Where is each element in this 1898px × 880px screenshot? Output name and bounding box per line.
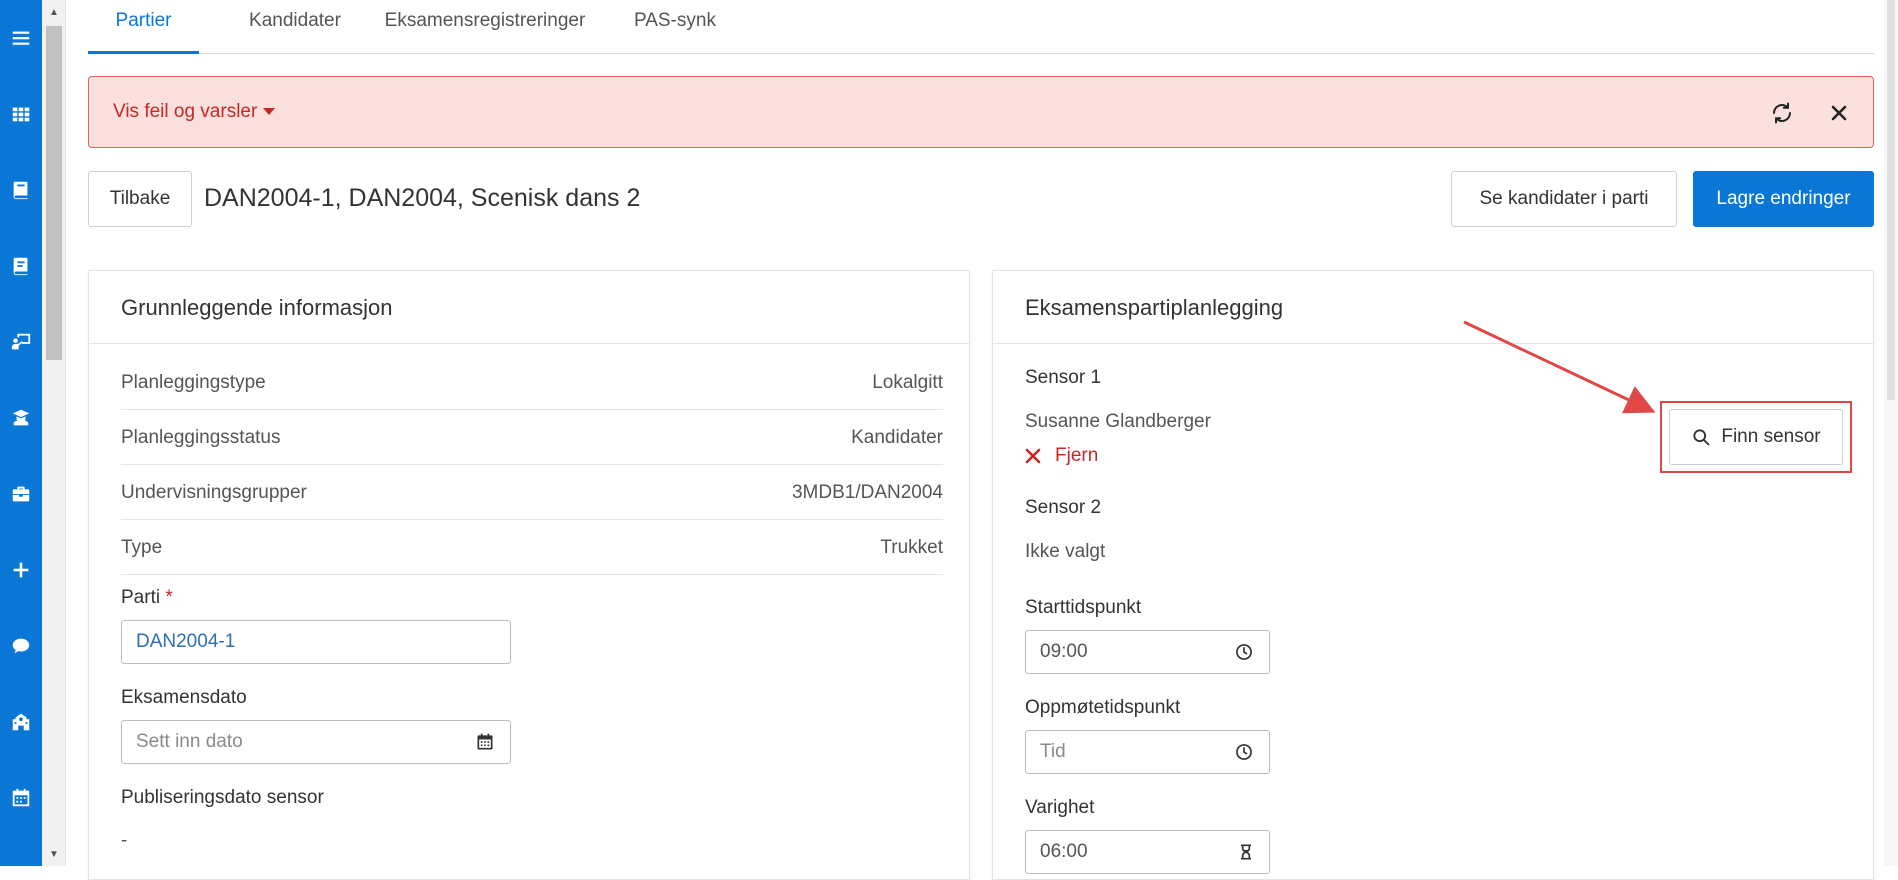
find-sensor-button[interactable]: Finn sensor [1669,409,1843,465]
calendar-picker-button[interactable] [459,720,511,764]
info-row: Planleggingstype Lokalgitt [121,355,943,410]
duration-input[interactable]: 06:00 [1025,830,1224,874]
tab-partier[interactable]: Partier [88,8,199,54]
info-key: Planleggingstype [121,372,266,393]
see-candidates-button[interactable]: Se kandidater i parti [1451,171,1677,227]
clock-icon [1235,744,1252,760]
scrollbar-thumb[interactable] [46,26,62,360]
exam-planning-card: Eksamenspartiplanlegging Sensor 1 Susann… [992,270,1874,880]
graduate-icon[interactable] [0,398,42,438]
card-header: Eksamenspartiplanlegging [993,271,1873,344]
menu-icon[interactable] [0,18,42,58]
briefcase-icon[interactable] [0,474,42,514]
card-title: Grunnleggende informasjon [121,295,393,320]
clock-icon [1235,644,1252,660]
parti-label: Parti * [121,587,173,608]
scroll-down-icon[interactable]: ▼ [42,844,66,864]
meet-time-input[interactable]: Tid [1025,730,1219,774]
error-alert: Vis feil og varsler [88,76,1874,148]
book-icon[interactable] [0,170,42,210]
info-value: 3MDB1/DAN2004 [791,482,943,503]
school-building-icon[interactable] [0,702,42,742]
close-icon[interactable] [1825,99,1853,127]
save-changes-button[interactable]: Lagre endringer [1693,171,1874,227]
left-scrollbar[interactable]: ▲ ▼ [42,0,66,866]
sensor1-name: Susanne Glandberger [1025,411,1211,432]
duration-picker[interactable] [1223,830,1270,874]
info-value: Lokalgitt [872,372,943,393]
sidebar [0,0,42,866]
plus-icon[interactable] [0,550,42,590]
remove-sensor-button[interactable]: Fjern [1025,445,1098,467]
pub-date-value: - [121,830,128,851]
card-header: Grunnleggende informasjon [89,271,969,344]
pub-date-label: Publiseringsdato sensor [121,787,324,808]
chat-icon[interactable] [0,626,42,666]
parti-input[interactable]: DAN2004-1 [121,620,511,664]
meet-time-picker[interactable] [1218,730,1270,774]
scroll-up-icon[interactable]: ▲ [42,2,66,22]
back-button[interactable]: Tilbake [88,171,192,227]
sensor2-value: Ikke valgt [1025,541,1106,562]
card-title: Eksamenspartiplanlegging [1025,295,1284,320]
hourglass-icon [1241,844,1251,860]
calendar-icon [477,733,492,750]
start-time-picker[interactable] [1218,630,1270,674]
start-time-input[interactable]: 09:00 [1025,630,1219,674]
tab-bar: Partier Kandidater Eksamensregistreringe… [88,0,1874,54]
calendar-icon[interactable] [0,778,42,818]
right-scrollbar[interactable] [1884,0,1898,866]
start-time-label: Starttidspunkt [1025,597,1142,618]
info-value: Trukket [880,537,943,558]
duration-label: Varighet [1025,797,1095,818]
apps-grid-icon[interactable] [0,94,42,134]
tab-pas-synk[interactable]: PAS-synk [621,8,729,54]
required-marker: * [165,587,173,608]
right-scrollbar-thumb[interactable] [1887,0,1895,400]
page-title: DAN2004-1, DAN2004, Scenisk dans 2 [204,184,641,212]
exam-date-input[interactable]: Sett inn dato [121,720,460,764]
tab-eksamensregistreringer[interactable]: Eksamensregistreringer [370,8,600,54]
tab-kandidater[interactable]: Kandidater [223,8,367,54]
caret-down-icon [263,108,276,116]
basic-info-card: Grunnleggende informasjon Planleggingsty… [88,270,970,880]
show-errors-toggle[interactable]: Vis feil og varsler [113,101,276,123]
info-key: Undervisningsgrupper [121,482,307,503]
teacher-board-icon[interactable] [0,322,42,362]
info-key: Planleggingsstatus [121,427,281,448]
info-key: Type [121,537,163,558]
info-row: Undervisningsgrupper 3MDB1/DAN2004 [121,465,943,520]
meet-time-label: Oppmøtetidspunkt [1025,697,1181,718]
info-row: Planleggingsstatus Kandidater [121,410,943,465]
search-icon [1693,429,1710,446]
exam-date-label: Eksamensdato [121,687,247,708]
refresh-icon[interactable] [1768,99,1796,127]
x-icon [1025,448,1041,464]
info-row: Type Trukket [121,520,943,575]
info-value: Kandidater [851,427,943,448]
sensor2-label: Sensor 2 [1025,497,1102,518]
sensor1-label: Sensor 1 [1025,367,1102,388]
book-alt-icon[interactable] [0,246,42,286]
